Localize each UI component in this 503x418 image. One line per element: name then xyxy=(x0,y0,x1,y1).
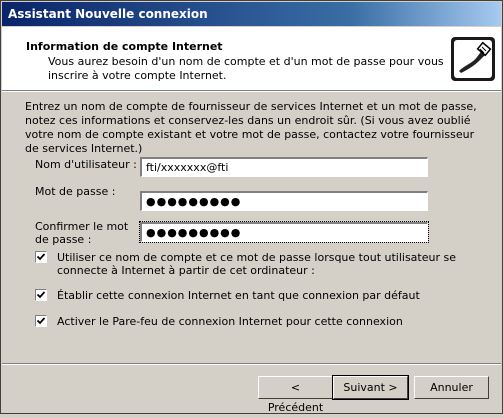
default-connection-label[interactable]: Établir cette connexion Internet en tant… xyxy=(57,289,477,302)
default-connection-checkbox[interactable] xyxy=(35,289,47,301)
next-button[interactable]: Suivant > xyxy=(332,375,409,400)
confirm-password-label: Confirmer le mot de passe : xyxy=(35,220,129,246)
header-subtitle: Vous aurez besoin d'un nom de compte et … xyxy=(48,55,444,82)
checkmark-icon xyxy=(36,317,46,325)
username-label: Nom d'utilisateur : xyxy=(35,158,137,171)
password-field[interactable]: ●●●●●●●●● xyxy=(140,191,428,211)
title-bar: Assistant Nouvelle connexion xyxy=(2,2,501,26)
shared-account-checkbox[interactable] xyxy=(35,251,47,263)
cancel-button[interactable]: Annuler xyxy=(414,376,489,399)
wizard-header: Information de compte Internet Vous aure… xyxy=(2,27,501,91)
firewall-checkbox[interactable] xyxy=(35,315,47,327)
wizard-window: Assistant Nouvelle connexion Information… xyxy=(0,0,503,414)
checkmark-icon xyxy=(36,253,46,261)
firewall-label[interactable]: Activer le Pare-feu de connexion Interne… xyxy=(57,315,477,328)
intro-text: Entrez un nom de compte de fournisseur d… xyxy=(25,100,477,155)
username-field[interactable]: fti/xxxxxxx@fti xyxy=(140,157,428,177)
password-label: Mot de passe : xyxy=(35,185,116,198)
internet-account-icon xyxy=(449,35,497,83)
shared-account-label[interactable]: Utiliser ce nom de compte et ce mot de p… xyxy=(57,251,477,277)
header-title: Information de compte Internet xyxy=(26,40,223,53)
confirm-password-field[interactable]: ●●●●●●●●● xyxy=(139,221,429,243)
header-divider xyxy=(2,91,501,92)
footer-divider xyxy=(2,363,501,365)
window-title: Assistant Nouvelle connexion xyxy=(8,7,208,21)
back-button[interactable]: < Précédent xyxy=(258,376,333,414)
checkmark-icon xyxy=(36,291,46,299)
